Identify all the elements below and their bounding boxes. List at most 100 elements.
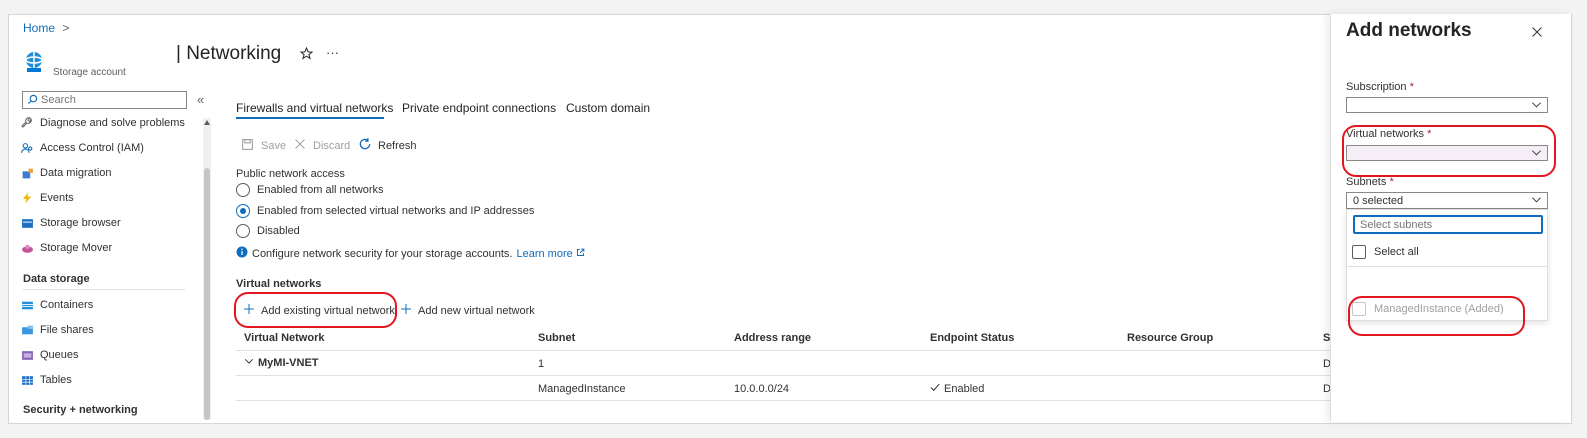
favorite-star-icon[interactable]: [299, 46, 314, 63]
address-range-cell: 10.0.0.0/24: [734, 383, 790, 395]
highlight-virtual-networks: [1342, 125, 1556, 177]
plus-icon: [400, 303, 412, 318]
radio-label: Enabled from all networks: [257, 184, 384, 196]
sidebar-item-storage-browser[interactable]: Storage browser: [20, 214, 121, 232]
sidebar-search[interactable]: [22, 91, 187, 109]
select-all-option[interactable]: Select all: [1352, 245, 1419, 259]
learn-more-link[interactable]: Learn more: [516, 248, 572, 260]
vnet-subnet-count: 1: [538, 358, 545, 370]
resource-type-label: Storage account: [53, 67, 126, 78]
subscription-label: Subscription *: [1346, 81, 1414, 93]
subscription-dropdown[interactable]: [1346, 97, 1548, 113]
sidebar-item-label: Diagnose and solve problems: [40, 117, 185, 129]
column-header-address-range: Address range: [734, 332, 812, 344]
sidebar-item-tables[interactable]: Tables: [20, 371, 72, 389]
sidebar-item-events[interactable]: Events: [20, 189, 74, 207]
sidebar-section-security: Security + networking: [23, 404, 138, 416]
radio-label: Disabled: [257, 225, 300, 237]
tab-private-endpoint[interactable]: Private endpoint connections: [402, 101, 556, 115]
save-icon: [241, 138, 254, 154]
checkmark-icon: [930, 382, 940, 395]
endpoint-status-text: Enabled: [944, 382, 985, 395]
sidebar-item-label: Data migration: [40, 167, 112, 179]
table-divider: [236, 350, 1330, 351]
column-header-subnet: Subnet: [538, 332, 576, 344]
sidebar-item-storage-mover[interactable]: Storage Mover: [20, 239, 112, 257]
sidebar-scroll-thumb[interactable]: [204, 168, 210, 420]
collapse-sidebar-icon[interactable]: «: [197, 92, 204, 107]
sidebar-item-access-control[interactable]: Access Control (IAM): [20, 139, 144, 157]
tab-custom-domain[interactable]: Custom domain: [566, 101, 650, 115]
subnet-cell: ManagedInstance: [538, 383, 626, 395]
scroll-up-icon[interactable]: [204, 120, 210, 125]
radio-button-selected[interactable]: [236, 204, 250, 218]
sidebar-item-label: Storage Mover: [40, 242, 113, 254]
sidebar-item-label: Events: [40, 192, 74, 204]
discard-button[interactable]: Discard: [294, 138, 350, 153]
radio-disabled[interactable]: Disabled: [236, 224, 300, 238]
sidebar-item-queues[interactable]: Queues: [20, 346, 79, 364]
subnets-label: Subnets *: [1346, 176, 1394, 188]
required-mark: *: [1409, 81, 1414, 93]
select-subnets-input[interactable]: [1353, 215, 1543, 234]
public-access-label: Public network access: [236, 168, 345, 180]
sidebar-item-diagnose[interactable]: Diagnose and solve problems: [20, 114, 185, 132]
storage-account-icon: [22, 50, 46, 77]
breadcrumb-home[interactable]: Home: [23, 21, 55, 35]
table-divider: [236, 375, 1330, 376]
refresh-label: Refresh: [378, 139, 417, 152]
highlight-add-existing: [234, 292, 397, 328]
external-link-icon: [576, 248, 585, 260]
subnets-dropdown[interactable]: 0 selected: [1346, 192, 1548, 209]
chevron-down-icon[interactable]: [244, 356, 254, 369]
sidebar-item-label: File shares: [40, 324, 94, 336]
select-all-label: Select all: [1374, 246, 1419, 258]
table-row-group[interactable]: MyMI-VNET: [244, 356, 319, 369]
breadcrumb-separator: >: [62, 21, 70, 35]
sidebar-item-data-migration[interactable]: Data migration: [20, 164, 112, 182]
sidebar-scrollbar[interactable]: [203, 118, 211, 420]
select-all-checkbox[interactable]: [1352, 245, 1366, 259]
required-mark: *: [1389, 176, 1394, 188]
radio-button[interactable]: [236, 183, 250, 197]
page-title: | Networking: [176, 43, 282, 64]
chevron-down-icon: [1531, 99, 1542, 113]
vnet-name: MyMI-VNET: [258, 356, 319, 369]
sidebar-item-label: Tables: [40, 374, 72, 386]
sidebar-section-data-storage: Data storage: [23, 273, 90, 285]
tab-firewalls[interactable]: Firewalls and virtual networks: [236, 101, 393, 115]
more-options-icon[interactable]: ···: [326, 45, 339, 60]
bolt-icon: [20, 191, 34, 205]
subnets-value: 0 selected: [1353, 195, 1404, 207]
radio-all-networks[interactable]: Enabled from all networks: [236, 183, 384, 197]
refresh-button[interactable]: Refresh: [358, 137, 417, 154]
panel-title: Add networks: [1346, 20, 1472, 41]
discard-label: Discard: [313, 139, 351, 152]
tab-active-indicator: [236, 117, 384, 119]
migration-icon: [20, 166, 34, 180]
info-text: Configure network security for your stor…: [252, 247, 513, 260]
discard-icon: [294, 138, 306, 153]
sidebar-item-label: Storage browser: [40, 217, 121, 229]
sidebar-item-file-shares[interactable]: File shares: [20, 321, 94, 339]
sidebar-item-containers[interactable]: Containers: [20, 296, 93, 314]
sidebar-search-input[interactable]: [41, 93, 181, 106]
save-label: Save: [261, 140, 287, 152]
subnets-label-text: Subnets: [1346, 176, 1387, 188]
close-icon[interactable]: [1531, 26, 1543, 41]
add-new-vnet-button[interactable]: Add new virtual network: [400, 303, 535, 318]
subscription-label-text: Subscription: [1346, 81, 1407, 93]
virtual-networks-heading: Virtual networks: [236, 278, 322, 290]
search-icon: [27, 94, 38, 108]
file-shares-icon: [20, 323, 34, 337]
radio-selected-networks[interactable]: Enabled from selected virtual networks a…: [236, 204, 534, 218]
save-button[interactable]: Save: [241, 138, 286, 154]
radio-button[interactable]: [236, 224, 250, 238]
refresh-icon: [358, 137, 372, 154]
breadcrumb: Home >: [23, 21, 69, 35]
queues-icon: [20, 348, 34, 362]
tables-icon: [20, 373, 34, 387]
wrench-icon: [20, 116, 34, 130]
sidebar-item-label: Containers: [40, 299, 94, 311]
people-icon: [20, 141, 34, 155]
